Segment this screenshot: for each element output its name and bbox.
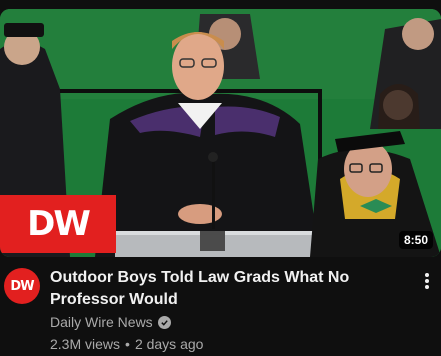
upload-age: 2 days ago — [134, 336, 204, 352]
avatar-text: DW — [10, 278, 34, 294]
channel-info: Daily Wire News — [50, 314, 171, 330]
verified-check-icon — [157, 315, 171, 329]
meta-separator: • — [125, 336, 130, 352]
video-metadata: 2.3M views • 2 days ago — [50, 336, 203, 352]
badge-text: DW — [27, 204, 91, 244]
more-vert-icon[interactable] — [419, 270, 435, 292]
video-duration: 8:50 — [398, 231, 433, 249]
channel-logo-overlay: DW — [0, 195, 116, 253]
channel-avatar[interactable]: DW — [4, 268, 40, 304]
video-card[interactable]: DW 8:50 DW Outdoor Boys Told Law Grads W… — [0, 0, 441, 356]
video-thumbnail[interactable]: DW 8:50 — [0, 9, 441, 257]
channel-name[interactable]: Daily Wire News — [50, 314, 153, 330]
video-title[interactable]: Outdoor Boys Told Law Grads What No Prof… — [50, 267, 412, 311]
view-count: 2.3M views — [50, 336, 121, 352]
